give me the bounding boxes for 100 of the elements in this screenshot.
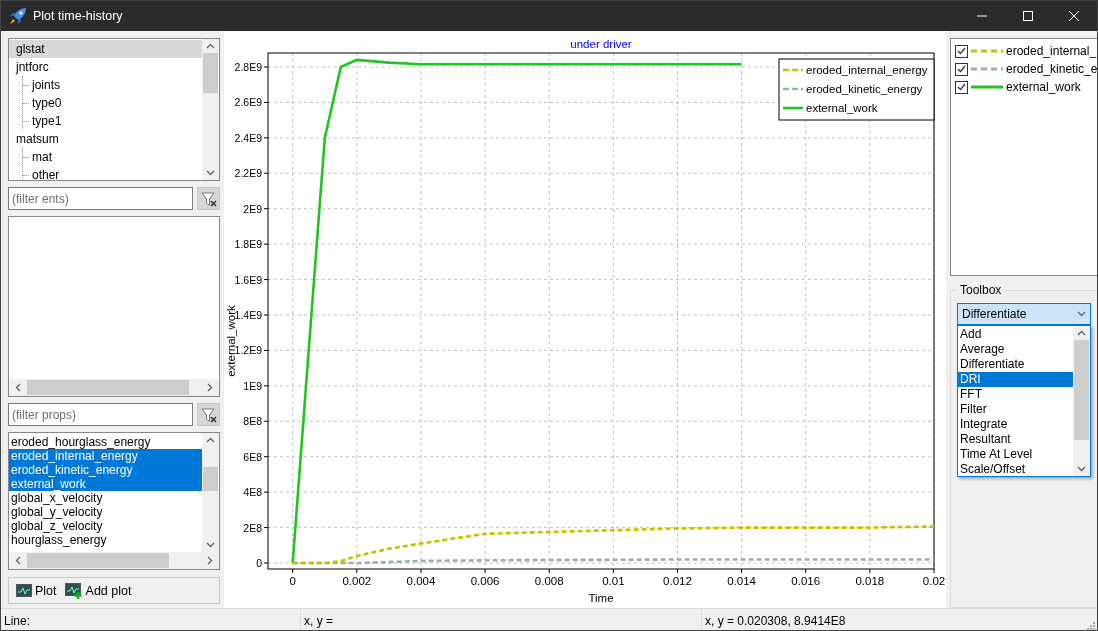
chevron-left-icon[interactable] [15, 556, 21, 565]
tree-item[interactable]: other [23, 166, 202, 180]
list-item[interactable]: eroded_internal_energy [9, 449, 202, 463]
resize-grip-icon[interactable] [1085, 620, 1095, 630]
vertical-scrollbar[interactable] [1073, 325, 1091, 476]
filter-field[interactable]: (filter props) [8, 403, 194, 426]
legend-line-icon [783, 68, 803, 72]
vertical-scrollbar[interactable] [202, 433, 219, 552]
window-title: Plot time-history [33, 9, 123, 23]
chart-title: under driver [570, 38, 632, 50]
tree-item[interactable]: type1 [23, 112, 202, 130]
tick-label: 0.002 [342, 575, 372, 587]
tick-label: 0.012 [663, 575, 692, 587]
tick-label: 2.4E9 [234, 131, 262, 144]
tree-item[interactable]: type0 [23, 94, 202, 112]
dropdown-option[interactable]: Scale/Offset [958, 461, 1074, 477]
curve-label: external_work [1006, 80, 1081, 94]
checkbox[interactable] [955, 80, 968, 94]
plot-button[interactable]: Plot [14, 581, 59, 600]
tree-item[interactable]: joints [23, 76, 202, 94]
tick-label: 8E8 [243, 415, 262, 428]
tick-label: 2.6E9 [234, 96, 262, 109]
clear-filter-button[interactable] [197, 403, 220, 426]
scrollbar-thumb[interactable] [203, 53, 218, 93]
vertical-scrollbar[interactable] [202, 39, 219, 180]
horizontal-scrollbar[interactable] [9, 379, 219, 396]
dropdown-option[interactable]: Resultant [958, 431, 1074, 447]
tick-label: 0.014 [727, 575, 756, 587]
tick-label: 0.01 [602, 575, 625, 587]
chevron-up-icon[interactable] [1077, 329, 1087, 336]
list-item[interactable]: global_x_velocity [9, 491, 202, 505]
list-item[interactable]: global_z_velocity [9, 519, 202, 533]
checkbox[interactable] [955, 62, 968, 76]
legend-label: eroded_internal_energy [806, 64, 928, 76]
dropdown[interactable]: Differentiate [957, 302, 1092, 325]
chart-add-icon [64, 582, 83, 599]
tree-item[interactable]: glstat [9, 40, 202, 58]
list-item[interactable]: hourglass_energy [9, 533, 202, 547]
rocket-icon [9, 7, 27, 25]
legend-line-icon [783, 106, 803, 110]
tree-item[interactable]: mat [23, 148, 202, 166]
filter-field[interactable]: (filter ents) [8, 187, 194, 210]
tick-label: 1E9 [243, 379, 262, 392]
close-button[interactable] [1069, 11, 1079, 21]
scrollbar-thumb[interactable] [203, 467, 218, 491]
tick-label: 0.018 [855, 575, 885, 587]
tree-item[interactable]: matsum [9, 130, 202, 148]
tick-label: 2E8 [243, 521, 262, 534]
tick-label: 1.4E9 [234, 309, 262, 321]
scrollbar-thumb[interactable] [27, 380, 189, 395]
legend-label: eroded_kinetic_energy [806, 83, 923, 95]
scrollbar-thumb[interactable] [1074, 339, 1090, 440]
maximize-button[interactable] [1023, 11, 1033, 21]
tick-label: 0.006 [470, 575, 500, 587]
dropdown-option[interactable]: Time At Level [958, 446, 1074, 462]
dropdown-option[interactable]: FFT [958, 386, 1074, 402]
tick-label: 6E8 [243, 450, 262, 463]
chevron-right-icon[interactable] [207, 556, 213, 565]
chevron-up-icon[interactable] [206, 43, 215, 49]
chevron-right-icon[interactable] [207, 383, 213, 392]
dropdown-option[interactable]: DRI [958, 371, 1074, 387]
tick-label: 0.016 [791, 575, 821, 587]
status-text: x, y = 0.020308, 8.9414E8 [701, 609, 1085, 630]
curve-label: eroded_kinetic_e [1006, 62, 1097, 76]
chevron-left-icon[interactable] [15, 383, 21, 392]
list-item[interactable]: global_y_velocity [9, 505, 202, 519]
list-item[interactable]: external_work [9, 477, 202, 491]
dropdown-option[interactable]: Differentiate [958, 356, 1074, 372]
tick-label: 0 [256, 557, 262, 569]
tick-label: 0.02 [922, 575, 946, 587]
dropdown-option[interactable]: Average [958, 341, 1074, 357]
tick-label: 1.6E9 [234, 273, 262, 286]
tree-item[interactable]: jntforc [9, 58, 202, 76]
chevron-down-icon[interactable] [1077, 465, 1087, 472]
tick-label: 0 [289, 575, 296, 587]
dropdown-option[interactable]: Add [958, 326, 1074, 342]
legend-line-icon [783, 87, 803, 91]
chevron-up-icon[interactable] [206, 437, 215, 443]
checkbox[interactable] [955, 44, 968, 58]
tick-label: 0.004 [406, 575, 436, 587]
list-item[interactable]: eroded_hourglass_energy [9, 435, 202, 449]
group-title: Toolbox [957, 282, 1005, 297]
tick-label: 2E9 [243, 202, 262, 215]
tick-label: 1.8E9 [234, 238, 262, 251]
chevron-down-icon[interactable] [206, 542, 215, 548]
horizontal-scrollbar[interactable] [9, 552, 219, 569]
dropdown-option[interactable]: Filter [958, 401, 1074, 417]
scrollbar-thumb[interactable] [27, 553, 169, 568]
tick-label: 2.8E9 [234, 61, 262, 73]
curve-label: eroded_internal_ [1006, 44, 1097, 58]
tick-label: 4E8 [243, 486, 262, 499]
list-item[interactable]: eroded_kinetic_energy [9, 463, 202, 477]
dropdown-option[interactable]: Integrate [958, 416, 1074, 432]
status-text: x, y = [300, 609, 701, 630]
clear-filter-button[interactable] [197, 187, 220, 210]
chevron-down-icon[interactable] [1077, 310, 1087, 317]
chevron-down-icon[interactable] [206, 170, 215, 176]
plot-button[interactable]: Add plot [62, 580, 134, 601]
axis-title: external_work [225, 305, 237, 377]
axis-title: Time [588, 592, 614, 604]
